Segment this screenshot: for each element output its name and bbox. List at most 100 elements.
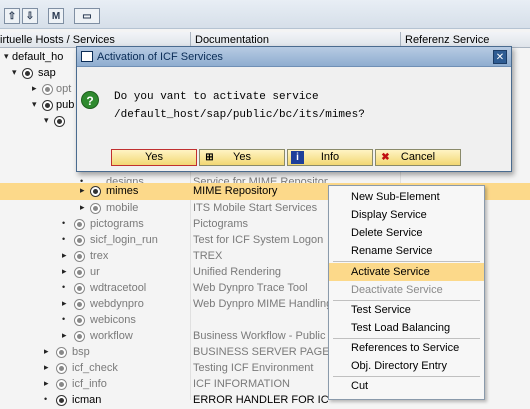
bullet-icon: • xyxy=(44,394,48,404)
expand-arrow-icon[interactable]: ▸ xyxy=(80,202,90,213)
print-icon[interactable]: ▭ xyxy=(74,8,100,24)
bullet-icon: • xyxy=(62,314,66,324)
menu-item-display-service[interactable]: Display Service xyxy=(329,206,484,224)
service-name: ur xyxy=(90,266,100,278)
service-name: webicons xyxy=(90,314,136,326)
menu-item-rename-service[interactable]: Rename Service xyxy=(329,242,484,260)
column-header-hosts[interactable]: irtuelle Hosts / Services xyxy=(0,34,115,46)
service-icon xyxy=(74,219,85,230)
menu-item-test-load-balancing[interactable]: Test Load Balancing xyxy=(329,319,484,337)
service-doc: Web Dynpro MIME Handling xyxy=(193,298,328,310)
service-doc: Web Dynpro Trace Tool xyxy=(193,282,308,294)
service-icon xyxy=(74,331,85,342)
menu-item-cut[interactable]: Cut xyxy=(329,377,484,395)
yes-all-button[interactable]: ⊞ Yes xyxy=(199,149,285,166)
service-doc: ICF INFORMATION xyxy=(193,378,290,390)
service-doc: BUSINESS SERVER PAGES (B xyxy=(193,346,328,358)
tree-structure-icon: ⊞ xyxy=(205,152,214,163)
expand-arrow-icon[interactable]: ▸ xyxy=(62,250,72,261)
service-icon xyxy=(74,251,85,262)
window-icon xyxy=(81,51,93,62)
expand-arrow-icon[interactable]: ▸ xyxy=(32,83,42,94)
menu-item-delete-service[interactable]: Delete Service xyxy=(329,224,484,242)
menu-item-activate-service[interactable]: Activate Service xyxy=(329,263,484,281)
service-doc: Unified Rendering xyxy=(193,266,282,278)
collapse-arrow-icon[interactable]: ▾ xyxy=(44,115,54,126)
service-name: icman xyxy=(72,394,102,406)
yes-button[interactable]: Yes xyxy=(111,149,197,166)
service-name: mimes xyxy=(106,185,139,197)
bullet-icon: • xyxy=(62,282,66,292)
close-icon[interactable]: ✕ xyxy=(493,50,507,64)
service-icon xyxy=(54,116,65,127)
expand-arrow-icon[interactable]: ▸ xyxy=(44,346,54,357)
service-doc: Business Workflow - Public Se xyxy=(193,330,328,342)
cancel-button-label: Cancel xyxy=(400,151,436,163)
service-icon xyxy=(90,203,101,214)
service-icon xyxy=(56,347,67,358)
tree-node-label: pub xyxy=(56,99,75,111)
service-name: pictograms xyxy=(90,218,144,230)
menu-item-new-sub-element[interactable]: New Sub-Element xyxy=(329,188,484,206)
service-doc: ITS Mobile Start Services xyxy=(193,202,318,214)
expand-icon[interactable]: ⇧ xyxy=(4,8,20,24)
expand-arrow-icon[interactable]: ▸ xyxy=(80,185,90,196)
expand-arrow-icon[interactable]: ▸ xyxy=(44,378,54,389)
service-doc: Testing ICF Environment xyxy=(193,362,314,374)
context-menu: New Sub-Element Display Service Delete S… xyxy=(328,185,485,400)
expand-arrow-icon[interactable]: ▸ xyxy=(62,298,72,309)
service-icon xyxy=(74,235,85,246)
service-icon xyxy=(56,395,67,406)
expand-arrow-icon[interactable]: ▸ xyxy=(62,266,72,277)
menu-item-test-service[interactable]: Test Service xyxy=(329,301,484,319)
service-doc: MIME Repository xyxy=(193,185,278,197)
yes-all-button-label: Yes xyxy=(233,151,251,163)
question-icon: ? xyxy=(81,91,99,109)
service-icon xyxy=(42,84,53,95)
dialog-title: Activation of ICF Services xyxy=(97,51,223,63)
find-icon[interactable]: M xyxy=(48,8,64,24)
service-name: mobile xyxy=(106,202,139,214)
application-toolbar: ⇧ ⇩ M ▭ xyxy=(0,0,530,29)
service-name: bsp xyxy=(72,346,90,358)
service-icon xyxy=(42,100,53,111)
service-doc: Pictograms xyxy=(193,218,249,230)
cancel-button[interactable]: ✖ Cancel xyxy=(375,149,461,166)
expand-arrow-icon[interactable]: ▸ xyxy=(44,362,54,373)
column-header-documentation[interactable]: Documentation xyxy=(195,34,269,46)
service-icon xyxy=(90,186,101,197)
expand-arrow-icon[interactable]: ▸ xyxy=(62,330,72,341)
info-button[interactable]: i Info xyxy=(287,149,373,166)
info-button-label: Info xyxy=(320,151,340,163)
service-icon xyxy=(74,299,85,310)
bullet-icon: • xyxy=(62,234,66,244)
activation-dialog: Activation of ICF Services ✕ ? Do you va… xyxy=(76,46,512,172)
bullet-icon: • xyxy=(62,218,66,228)
service-icon xyxy=(56,379,67,390)
column-header-reference[interactable]: Referenz Service xyxy=(405,34,489,46)
collapse-icon[interactable]: ⇩ xyxy=(22,8,38,24)
service-name: workflow xyxy=(90,330,133,342)
dialog-title-bar[interactable]: Activation of ICF Services ✕ xyxy=(77,47,511,67)
tree-node-label: sap xyxy=(38,67,56,79)
service-doc: TREX xyxy=(193,250,223,262)
service-icon xyxy=(74,267,85,278)
dialog-message-line1: Do you vant to activate service xyxy=(114,91,319,103)
service-name: icf_check xyxy=(72,362,118,374)
service-name: trex xyxy=(90,250,109,262)
service-name: wdtracetool xyxy=(90,282,147,294)
collapse-arrow-icon[interactable]: ▾ xyxy=(32,99,42,110)
cancel-x-icon: ✖ xyxy=(381,152,390,163)
dialog-message-line2: /default_host/sap/public/bc/its/mimes? xyxy=(114,109,365,121)
menu-item-references-to-service[interactable]: References to Service xyxy=(329,339,484,357)
menu-item-obj-directory-entry[interactable]: Obj. Directory Entry xyxy=(329,357,484,375)
tree-node-label: default_ho xyxy=(12,51,64,63)
service-icon xyxy=(56,363,67,374)
collapse-arrow-icon[interactable]: ▾ xyxy=(12,67,22,78)
service-icon xyxy=(22,68,33,79)
service-name: icf_info xyxy=(72,378,107,390)
menu-separator xyxy=(333,261,480,262)
service-name: webdynpro xyxy=(90,298,144,310)
info-icon: i xyxy=(291,151,304,164)
service-doc: ERROR HANDLER FOR ICMAN xyxy=(193,394,328,406)
